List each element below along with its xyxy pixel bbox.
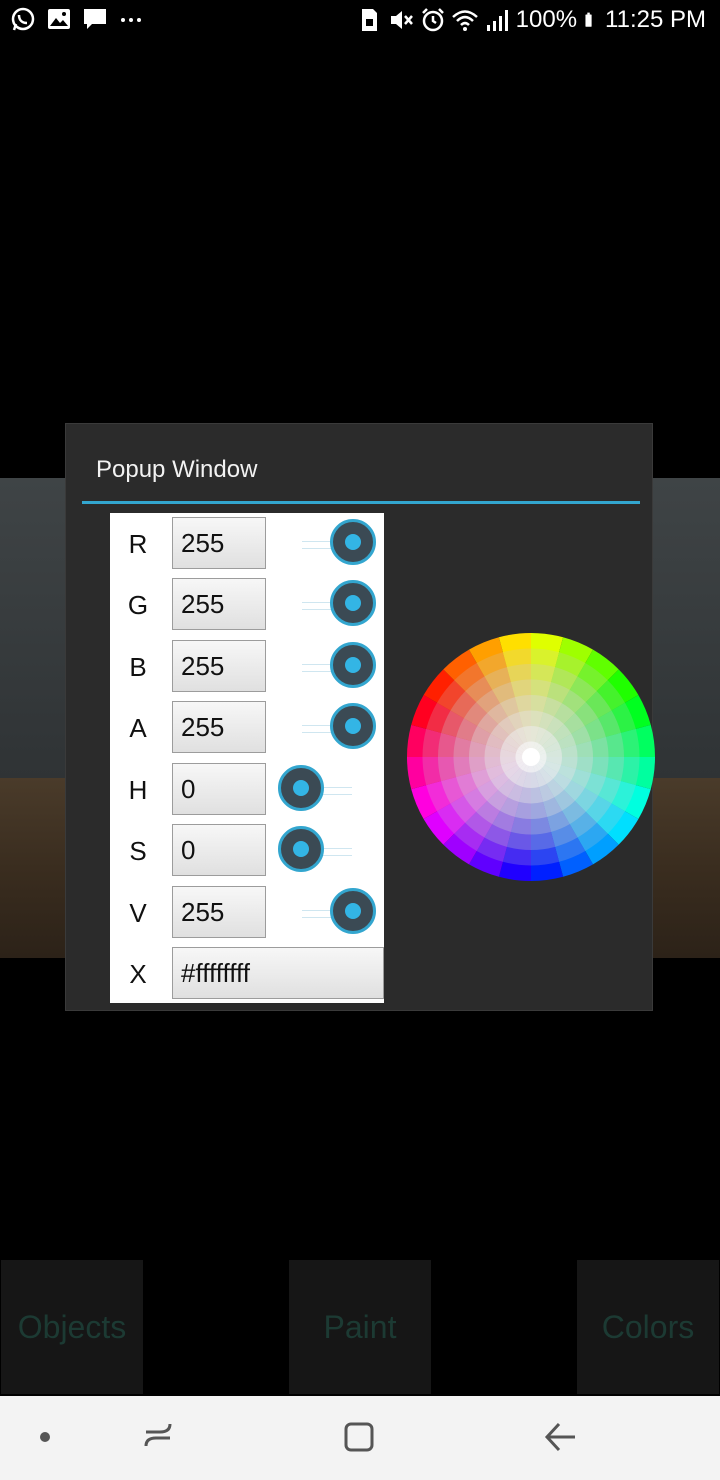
row-r: R 255 — [110, 515, 384, 571]
row-label: A — [129, 713, 147, 743]
whatsapp-icon — [11, 7, 35, 31]
b-value-field[interactable]: 255 — [172, 640, 266, 692]
home-icon[interactable] — [342, 1420, 376, 1454]
more-dots-icon — [121, 18, 141, 22]
row-g: G 255 — [110, 576, 384, 632]
row-label: S — [129, 836, 147, 866]
row-a: A 255 — [110, 699, 384, 755]
row-label: B — [129, 652, 147, 682]
color-picker-popup: Popup Window R 255 G 255 B 255 A 255 H 0… — [65, 423, 656, 1011]
row-label: X — [129, 959, 147, 989]
g-slider-thumb[interactable] — [330, 580, 376, 626]
hex-value-field[interactable]: #ffffffff — [172, 947, 384, 999]
navigation-bar — [0, 1396, 720, 1480]
row-label: H — [128, 775, 148, 805]
recents-icon[interactable] — [142, 1420, 176, 1452]
g-value-field[interactable]: 255 — [172, 578, 266, 630]
chat-icon — [84, 9, 106, 29]
b-slider-thumb[interactable] — [330, 642, 376, 688]
r-slider-thumb[interactable] — [330, 519, 376, 565]
alarm-icon — [421, 8, 444, 32]
wheel-selector[interactable] — [522, 748, 540, 766]
h-value-field[interactable]: 0 — [172, 763, 266, 815]
popup-divider — [82, 501, 640, 504]
mute-icon — [390, 11, 413, 29]
row-label: R — [128, 529, 148, 559]
channel-panel: R 255 G 255 B 255 A 255 H 0 S 0 V 255 X … — [110, 513, 384, 1003]
back-icon[interactable] — [543, 1420, 577, 1454]
battery-icon — [585, 12, 592, 27]
objects-button[interactable]: Objects — [1, 1260, 143, 1394]
image-icon — [48, 9, 70, 29]
s-value-field[interactable]: 0 — [172, 824, 266, 876]
wifi-icon — [451, 10, 478, 31]
status-bar: 100% 11:25 PM — [0, 0, 720, 44]
signal-icon — [486, 10, 508, 31]
r-value-field[interactable]: 255 — [172, 517, 266, 569]
status-bar-left — [10, 6, 144, 32]
h-slider-thumb[interactable] — [278, 765, 324, 811]
row-h: H 0 — [110, 761, 384, 817]
row-v: V 255 — [110, 884, 384, 940]
row-b: B 255 — [110, 638, 384, 694]
row-label: G — [127, 590, 149, 620]
v-slider-thumb[interactable] — [330, 888, 376, 934]
s-slider-thumb[interactable] — [278, 826, 324, 872]
sim-icon — [361, 9, 377, 31]
status-bar-right: 100% 11:25 PM — [356, 6, 706, 34]
a-slider-thumb[interactable] — [330, 703, 376, 749]
color-wheel[interactable] — [406, 632, 656, 882]
colors-button[interactable]: Colors — [577, 1260, 719, 1394]
v-value-field[interactable]: 255 — [172, 886, 266, 938]
row-x: X #ffffffff — [110, 945, 384, 1001]
row-label: V — [129, 898, 147, 928]
row-s: S 0 — [110, 822, 384, 878]
battery-percent: 100% — [515, 6, 578, 33]
clock: 11:25 PM — [605, 6, 706, 33]
popup-title: Popup Window — [96, 456, 258, 483]
color-wheel-graphic[interactable] — [406, 632, 656, 882]
paint-button[interactable]: Paint — [289, 1260, 431, 1394]
a-value-field[interactable]: 255 — [172, 701, 266, 753]
dot-icon[interactable] — [40, 1432, 50, 1442]
